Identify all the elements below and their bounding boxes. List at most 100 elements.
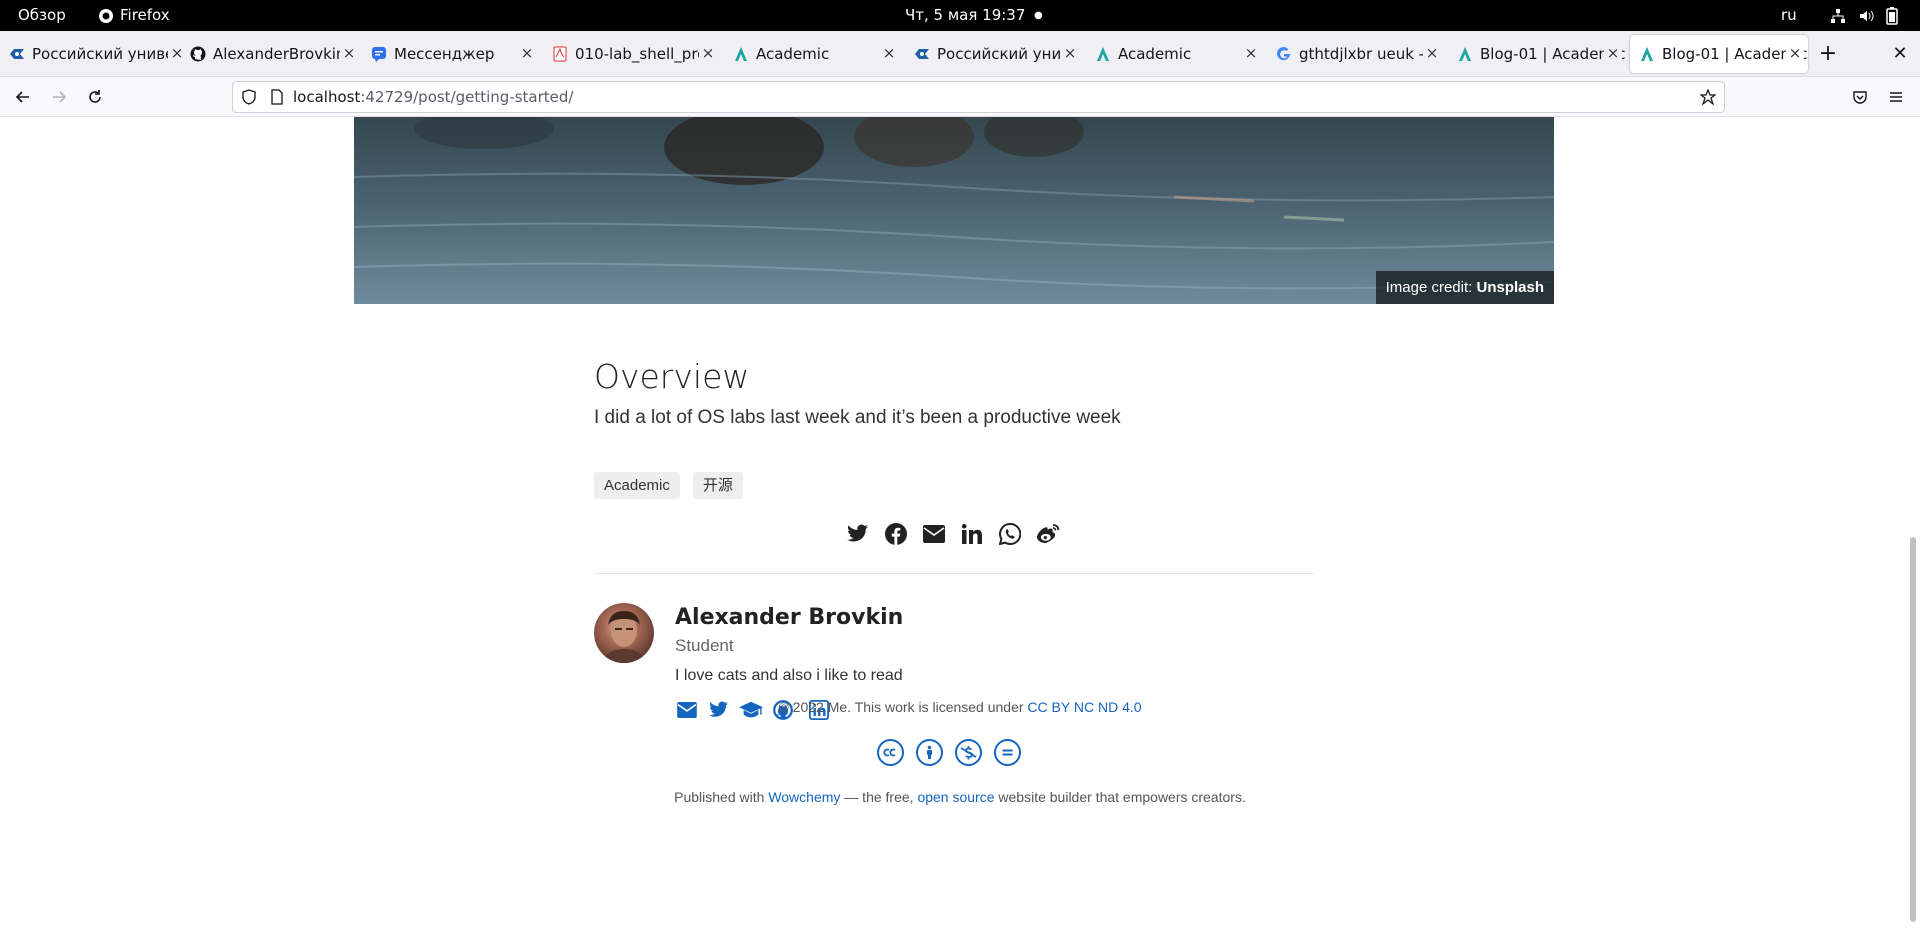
section-heading: Overview — [594, 357, 750, 396]
rudn-icon — [9, 46, 25, 62]
forward-arrow-icon — [53, 91, 67, 103]
reload-button[interactable] — [83, 85, 107, 109]
network-icon — [1831, 8, 1845, 23]
tab[interactable]: 010-lab_shell_prog × — [543, 35, 721, 73]
reload-icon — [89, 90, 101, 103]
academic-icon — [1095, 46, 1111, 62]
avatar — [594, 603, 654, 663]
activities-button[interactable]: Обзор — [18, 0, 66, 31]
tab[interactable]: Blog-01 | Academic × — [1448, 35, 1626, 73]
tab[interactable]: Мессенджер × — [362, 35, 540, 73]
url-path: :42729/post/getting-started/ — [360, 88, 574, 106]
copyright: © 2022 Me. This work is licensed under C… — [0, 699, 1920, 715]
pocket-icon — [1853, 91, 1867, 104]
by-icon[interactable] — [916, 739, 943, 766]
close-icon[interactable]: × — [1242, 44, 1260, 62]
notification-dot: ● — [1034, 10, 1043, 21]
pocket-button[interactable] — [1848, 85, 1872, 109]
url-host: localhost — [293, 88, 361, 106]
nc-icon[interactable] — [955, 739, 982, 766]
share-buttons — [846, 522, 1060, 546]
author-name[interactable]: Alexander Brovkin — [675, 603, 903, 633]
close-icon[interactable]: × — [1786, 44, 1804, 62]
section-text: I did a lot of OS labs last week and it’… — [594, 407, 1121, 428]
bookmark-star-icon[interactable] — [1700, 89, 1716, 105]
url-text: localhost:42729/post/getting-started/ — [293, 82, 573, 112]
tag-list: Academic 开源 — [594, 472, 743, 499]
tab[interactable]: gthtdjlxbr ueuk - П × — [1267, 35, 1445, 73]
forward-button[interactable] — [47, 85, 71, 109]
author-bio: I love cats and also i like to read — [675, 667, 903, 684]
back-arrow-icon — [15, 91, 29, 103]
url-bar[interactable]: localhost:42729/post/getting-started/ — [232, 81, 1725, 113]
hamburger-icon — [1890, 92, 1902, 102]
system-top-bar: Обзор Firefox Чт, 5 мая 19:37 ● ru — [0, 0, 1920, 31]
tab[interactable]: Российский униве × — [905, 35, 1083, 73]
close-icon[interactable]: × — [1604, 44, 1622, 62]
license-link[interactable]: CC BY NC ND 4.0 — [1027, 699, 1141, 715]
close-window-button[interactable]: ✕ — [1890, 43, 1910, 67]
tag[interactable]: Academic — [594, 472, 680, 499]
tab[interactable]: Academic × — [724, 35, 902, 73]
close-icon[interactable]: × — [1061, 44, 1079, 62]
wowchemy-link[interactable]: Wowchemy — [768, 789, 840, 805]
open-source-link[interactable]: open source — [917, 789, 994, 805]
github-icon — [190, 46, 206, 62]
divider — [594, 573, 1314, 574]
menu-button[interactable] — [1884, 85, 1908, 109]
app-menu[interactable]: Firefox — [98, 0, 170, 31]
messenger-icon — [371, 46, 387, 62]
tag[interactable]: 开源 — [692, 472, 743, 499]
pdf-icon — [552, 46, 568, 62]
clock[interactable]: Чт, 5 мая 19:37 — [905, 0, 1025, 31]
tab-label: Российский униве — [32, 45, 175, 63]
tab[interactable]: Российский униве × — [0, 35, 190, 73]
back-button[interactable] — [11, 85, 35, 109]
close-icon[interactable]: × — [340, 44, 358, 62]
tab[interactable]: AlexanderBrovkin- × — [181, 35, 362, 73]
system-tray[interactable] — [1830, 0, 1898, 31]
shield-icon[interactable] — [241, 89, 257, 105]
page-scrollbar[interactable] — [1910, 537, 1916, 922]
image-credit: Image credit: Unsplash — [1375, 271, 1554, 304]
published-suffix: website builder that empowers creators. — [994, 789, 1246, 805]
linkedin-icon[interactable] — [960, 522, 984, 546]
facebook-icon[interactable] — [884, 522, 908, 546]
academic-icon — [1639, 46, 1655, 62]
navigation-bar: localhost:42729/post/getting-started/ — [0, 77, 1920, 117]
image-credit-label: Image credit: — [1385, 279, 1477, 296]
close-icon[interactable]: × — [699, 44, 717, 62]
weibo-icon[interactable] — [1036, 522, 1060, 546]
tab[interactable]: Academic × — [1086, 35, 1264, 73]
email-icon[interactable] — [922, 522, 946, 546]
image-credit-link[interactable]: Unsplash — [1476, 279, 1544, 296]
cc-icon[interactable] — [877, 739, 904, 766]
whatsapp-icon[interactable] — [998, 522, 1022, 546]
close-icon[interactable]: × — [880, 44, 898, 62]
author-role: Student — [675, 636, 734, 655]
google-icon — [1276, 46, 1292, 62]
page-content: Image credit: Unsplash Overview I did a … — [0, 117, 1920, 928]
article-body: Overview I did a lot of OS labs last wee… — [594, 357, 1314, 720]
keyboard-layout[interactable]: ru — [1781, 0, 1797, 31]
firefox-icon — [99, 8, 113, 23]
copyright-text: © 2022 Me. This work is licensed under — [778, 699, 1028, 715]
new-tab-button[interactable]: + — [1816, 43, 1840, 67]
close-icon[interactable]: × — [518, 44, 536, 62]
academic-icon — [733, 46, 749, 62]
volume-icon — [1860, 10, 1874, 21]
hero-water-image — [354, 117, 1554, 304]
hero-image: Image credit: Unsplash — [354, 117, 1554, 304]
app-name: Firefox — [120, 6, 170, 24]
published-prefix: Published with — [674, 789, 769, 805]
tab-strip: Российский униве × AlexanderBrovkin- × М… — [0, 31, 1920, 77]
rudn-icon — [914, 46, 930, 62]
published-mid: — the free, — [840, 789, 918, 805]
close-icon[interactable]: × — [1423, 44, 1441, 62]
published-with: Published with Wowchemy — the free, open… — [0, 789, 1920, 805]
cc-badges — [877, 739, 1021, 766]
page-info-icon[interactable] — [269, 89, 285, 105]
nd-icon[interactable] — [994, 739, 1021, 766]
tab-active[interactable]: Blog-01 | Academic × — [1630, 35, 1808, 73]
twitter-icon[interactable] — [846, 522, 870, 546]
